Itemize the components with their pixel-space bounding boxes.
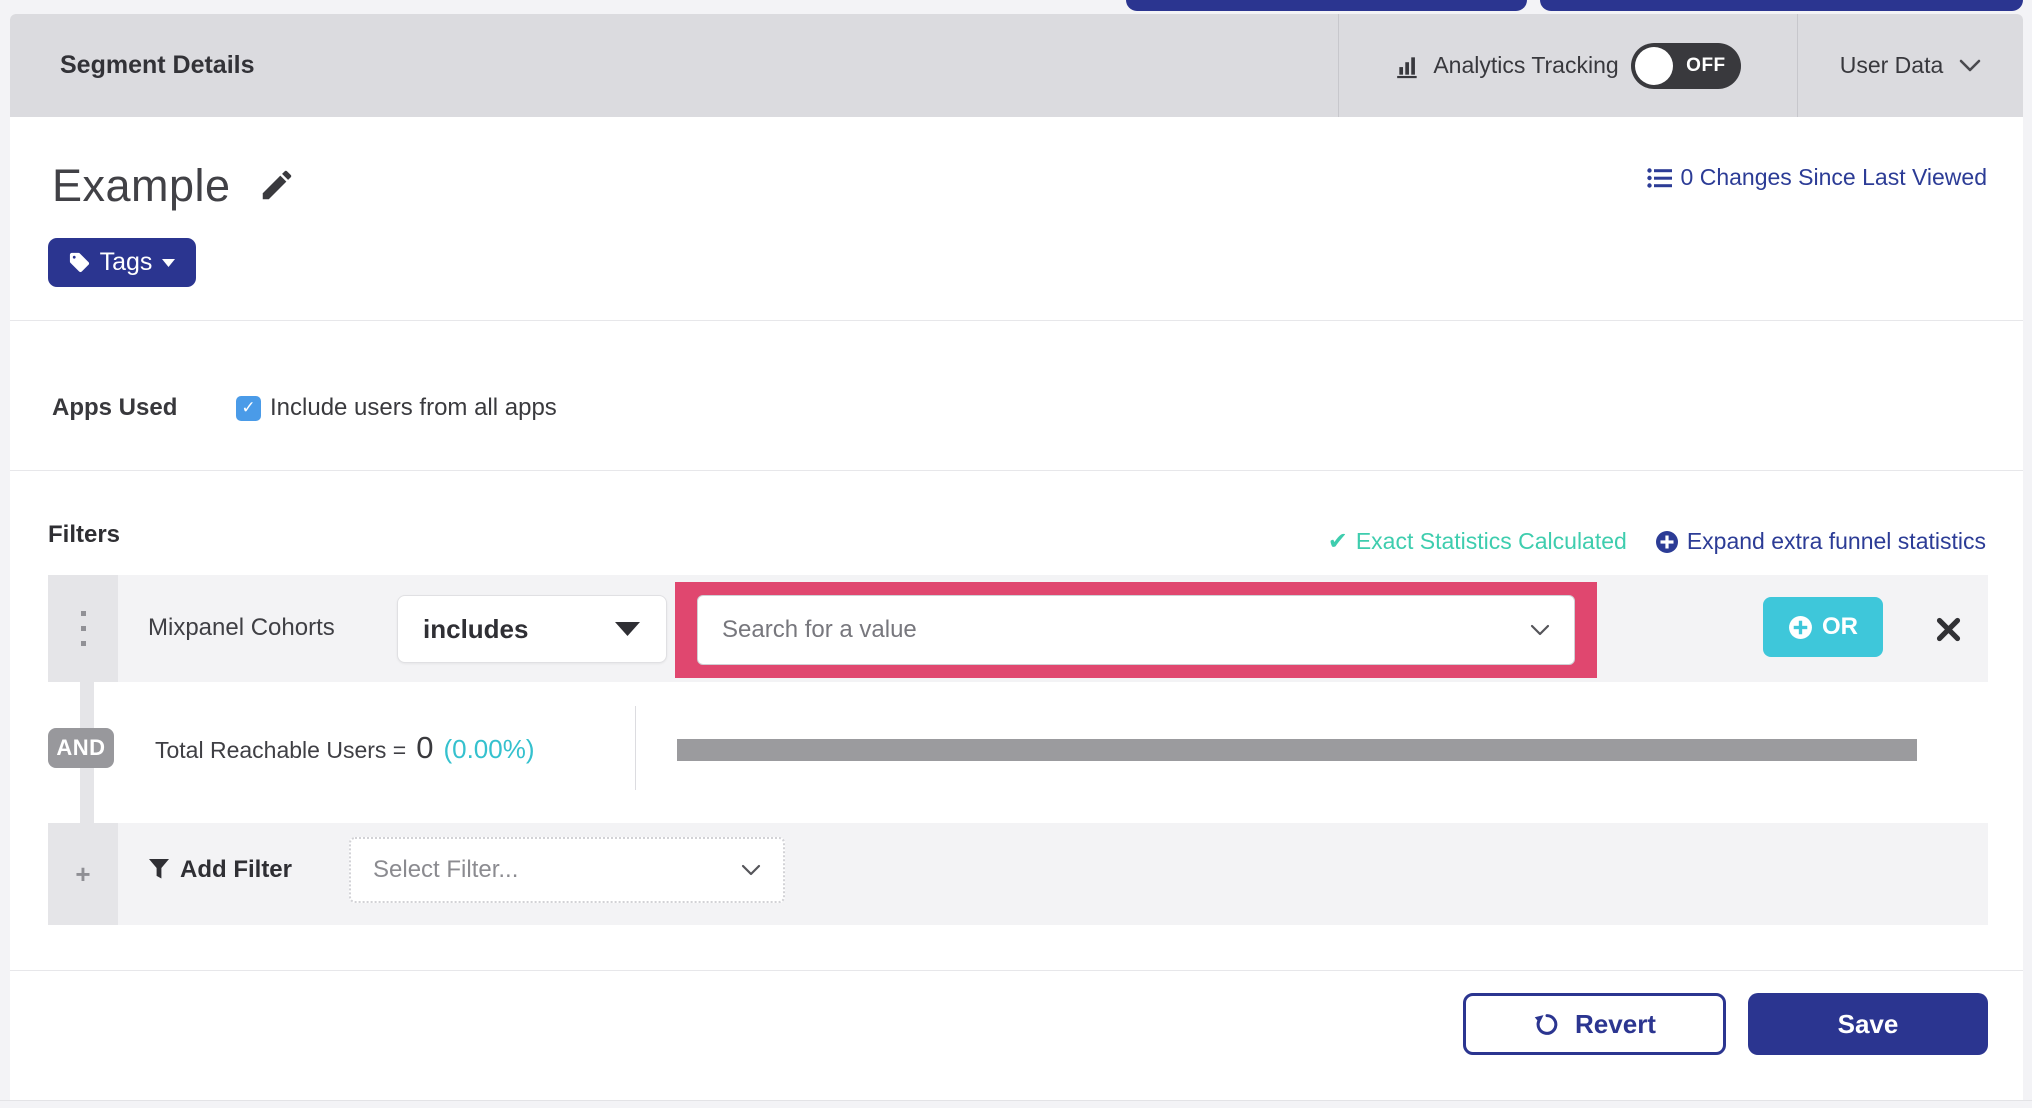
- remove-filter-button[interactable]: [1920, 601, 1976, 657]
- filter-operator-value: includes: [423, 613, 529, 644]
- kebab-dot-icon: [80, 626, 86, 631]
- kebab-dot-icon: [80, 611, 86, 616]
- revert-button[interactable]: Revert: [1463, 993, 1726, 1055]
- add-or-condition-button[interactable]: OR: [1763, 597, 1883, 657]
- revert-undo-icon: [1534, 1014, 1558, 1035]
- tags-button-label: Tags: [99, 248, 153, 276]
- close-x-icon: [1936, 617, 1960, 641]
- apps-used-row: Apps Used ✓ Include users from all apps: [52, 394, 557, 422]
- filter-row: Mixpanel Cohorts includes Search for a v…: [48, 575, 1988, 682]
- user-data-dropdown[interactable]: User Data: [1797, 14, 2023, 117]
- segment-details-page: Segment Details Analytics Tracking OFF U…: [0, 0, 2032, 1108]
- funnel-icon: [149, 859, 169, 879]
- save-button-label: Save: [1837, 1008, 1899, 1039]
- add-filter-row: + Add Filter Select Filter...: [48, 823, 1988, 925]
- changes-link-label: 0 Changes Since Last Viewed: [1680, 164, 1987, 190]
- filter-drag-handle[interactable]: [48, 575, 118, 682]
- caret-down-icon: [162, 258, 176, 267]
- page-title: Segment Details: [60, 51, 255, 79]
- plus-circle-icon: [1789, 615, 1812, 639]
- select-filter-placeholder: Select Filter...: [373, 856, 519, 883]
- toggle-state-label: OFF: [1686, 54, 1726, 76]
- tags-button[interactable]: Tags: [48, 238, 196, 287]
- edit-pencil-icon[interactable]: [258, 166, 296, 204]
- highlight-outline: Search for a value: [675, 582, 1597, 678]
- expand-funnel-statistics-label: Expand extra funnel statistics: [1686, 528, 1986, 554]
- revert-button-label: Revert: [1575, 1008, 1656, 1039]
- add-filter-label: Add Filter: [180, 856, 292, 883]
- filters-status-links: ✔ Exact Statistics Calculated Expand ext…: [1328, 527, 1986, 556]
- section-divider: [10, 470, 2023, 471]
- add-filter-label-group: Add Filter: [148, 856, 292, 884]
- select-filter-dropdown[interactable]: Select Filter...: [349, 837, 785, 903]
- bottom-divider: [0, 1100, 2032, 1101]
- plus-circle-icon: [1655, 530, 1678, 553]
- tag-icon: [69, 252, 89, 273]
- expand-funnel-statistics-link[interactable]: Expand extra funnel statistics: [1655, 528, 1986, 555]
- filters-heading: Filters: [48, 521, 121, 548]
- segment-name-title: Example: [52, 160, 231, 211]
- section-divider: [10, 320, 2023, 321]
- include-all-apps-label: Include users from all apps: [270, 394, 557, 421]
- add-filter-plus-handle[interactable]: +: [48, 823, 118, 925]
- analytics-tracking-label: Analytics Tracking: [1433, 52, 1619, 78]
- or-button-label: OR: [1822, 613, 1858, 640]
- chevron-down-icon: [741, 864, 761, 876]
- exact-statistics-label: Exact Statistics Calculated: [1355, 528, 1627, 554]
- toggle-knob-icon: [1634, 46, 1673, 85]
- chevron-down-icon: [1530, 624, 1550, 636]
- exact-statistics-status: ✔ Exact Statistics Calculated: [1328, 527, 1627, 556]
- reachable-percent: (0.00%): [443, 734, 535, 764]
- top-tab-stub-right[interactable]: [1540, 0, 2023, 11]
- check-icon: ✔: [1327, 528, 1348, 555]
- caret-down-icon: [615, 622, 640, 636]
- filter-value-select[interactable]: Search for a value: [697, 595, 1575, 665]
- chevron-down-icon: [1959, 59, 1981, 72]
- changes-since-last-viewed-link[interactable]: 0 Changes Since Last Viewed: [1646, 164, 1987, 191]
- reachable-value: 0: [416, 730, 434, 765]
- kebab-dot-icon: [80, 641, 86, 646]
- section-divider: [10, 970, 2023, 971]
- filter-operator-dropdown[interactable]: includes: [397, 595, 667, 663]
- user-data-label: User Data: [1839, 52, 1944, 78]
- analytics-tracking-toggle[interactable]: OFF: [1630, 42, 1741, 89]
- header-band: Segment Details Analytics Tracking OFF U…: [10, 14, 2023, 117]
- checkbox-check-icon: ✓: [241, 398, 256, 417]
- include-all-apps-checkbox[interactable]: ✓: [236, 395, 261, 421]
- reachable-progress-bar: [677, 739, 1917, 761]
- bar-chart-icon: [1397, 56, 1417, 78]
- and-badge: AND: [48, 728, 114, 768]
- apps-used-label: Apps Used: [52, 394, 178, 421]
- save-button[interactable]: Save: [1748, 993, 1988, 1055]
- plus-icon: +: [75, 858, 91, 889]
- total-reachable-users: Total Reachable Users = 0 (0.00%): [155, 730, 535, 766]
- vertical-divider: [635, 706, 636, 790]
- top-tab-stub-left[interactable]: [1126, 0, 1527, 11]
- reachable-label: Total Reachable Users =: [155, 737, 407, 763]
- analytics-tracking-section: Analytics Tracking OFF: [1338, 14, 1797, 117]
- change-list-icon: [1646, 167, 1672, 188]
- filter-name-label: Mixpanel Cohorts: [148, 614, 335, 641]
- filter-value-placeholder: Search for a value: [722, 616, 917, 643]
